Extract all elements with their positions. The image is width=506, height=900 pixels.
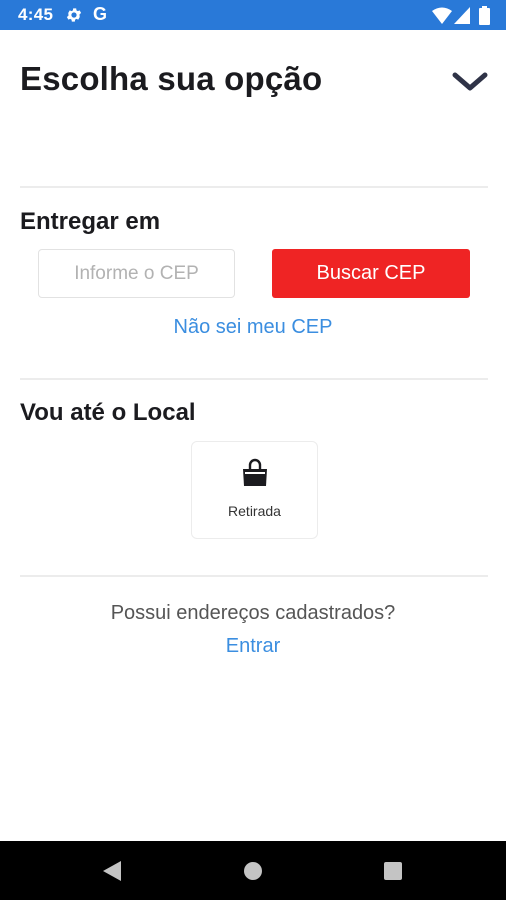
app-screen: 4:45 G Escolha sua opção Entregar em Bus… — [0, 0, 506, 900]
divider — [20, 378, 488, 380]
home-icon[interactable] — [244, 862, 262, 880]
pickup-option-label: Retirada — [228, 503, 281, 519]
saved-addresses-question: Possui endereços cadastrados? — [110, 602, 396, 624]
pickup-section-title: Vou até o Local — [20, 399, 196, 426]
cep-input[interactable] — [38, 249, 235, 298]
chevron-down-icon — [452, 72, 488, 91]
search-cep-button[interactable]: Buscar CEP — [272, 249, 470, 298]
recent-apps-icon[interactable] — [384, 862, 402, 880]
battery-icon — [479, 6, 490, 25]
delivery-section-title: Entregar em — [20, 208, 161, 235]
navigation-bar — [0, 841, 506, 900]
back-icon[interactable] — [102, 860, 122, 882]
collapse-button[interactable] — [448, 64, 492, 100]
page-title: Escolha sua opção — [20, 60, 323, 97]
login-link[interactable]: Entrar — [0, 635, 506, 658]
gear-icon — [66, 8, 82, 22]
status-bar: 4:45 G — [0, 0, 506, 30]
status-time: 4:45 — [18, 5, 54, 24]
unknown-cep-link[interactable]: Não sei meu CEP — [0, 316, 506, 339]
shopping-bag-icon — [243, 458, 267, 486]
divider — [20, 186, 488, 188]
signal-icon — [454, 7, 470, 24]
google-icon: G — [93, 4, 108, 24]
wifi-icon — [432, 7, 452, 24]
pickup-option-card[interactable]: Retirada — [191, 441, 318, 539]
divider — [20, 575, 488, 577]
